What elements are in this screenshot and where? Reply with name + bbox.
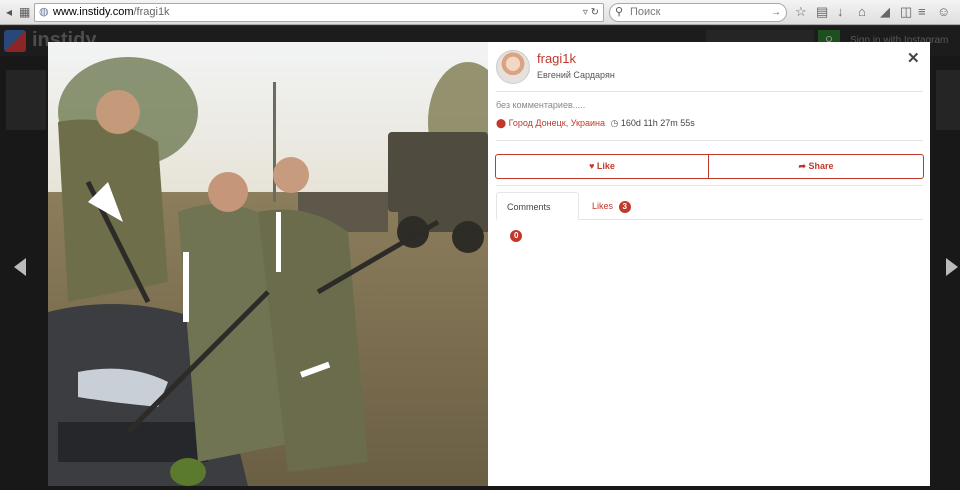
avatar[interactable] (496, 50, 530, 84)
address-bar[interactable]: ◍ www.instidy.com/fragi1k ▿ ↻ (34, 3, 604, 22)
post-photo (48, 42, 488, 486)
download-icon[interactable]: ↓ (837, 4, 844, 20)
share-icon: ➦ (798, 161, 806, 171)
tab-likes-label: Likes (592, 201, 614, 211)
search-placeholder: Поиск (630, 6, 661, 18)
globe-icon: ◍ (39, 6, 49, 18)
map-marker-icon: ⬤ (496, 118, 507, 128)
tab-comments-label: Comments (507, 202, 551, 212)
menu-icon[interactable]: ≡ (918, 4, 926, 20)
tab-likes[interactable]: Likes 3 (582, 192, 641, 220)
pocket-icon[interactable]: ◫ (900, 4, 912, 20)
browser-toolbar: ◂ ▦ ◍ www.instidy.com/fragi1k ▿ ↻ ⚲ Поис… (0, 0, 960, 25)
post-info-panel: fragi1k Евгений Сардарян ✕ без комментар… (488, 42, 930, 486)
username-link[interactable]: fragi1k (537, 51, 576, 66)
search-icon: ⚲ (615, 6, 624, 18)
divider (496, 91, 923, 92)
post-photo-image (48, 42, 488, 486)
post-tabs: Comments 0 Likes 3 (496, 192, 923, 242)
post-modal: fragi1k Евгений Сардарян ✕ без комментар… (48, 42, 930, 486)
arrow-left-icon[interactable] (14, 258, 26, 276)
post-meta: ⬤ Город Донецк, Украина ◷ 160d 11h 27m 5… (496, 118, 695, 129)
like-button[interactable]: ♥ Like (496, 155, 709, 178)
divider (496, 185, 923, 186)
arrow-right-icon[interactable] (946, 258, 958, 276)
star-icon[interactable]: ☆ (795, 4, 807, 20)
reload-icon[interactable]: ▿ ↻ (583, 4, 599, 21)
divider (496, 140, 923, 141)
browser-search-input[interactable]: ⚲ Поиск → (609, 3, 787, 22)
post-caption: без комментариев..... (496, 100, 586, 110)
full-name: Евгений Сардарян (537, 70, 615, 80)
tab-icon[interactable]: ▦ (19, 4, 30, 20)
back-icon[interactable]: ◂ (6, 4, 12, 20)
location-link[interactable]: Город Донецк, Украина (509, 118, 605, 128)
bookmark-icon[interactable]: ▤ (816, 4, 828, 20)
like-label: Like (596, 161, 615, 171)
clock-icon: ◷ (610, 118, 619, 128)
close-icon[interactable]: ✕ (907, 49, 920, 67)
search-go-icon[interactable]: → (771, 4, 781, 21)
url-domain: www.instidy.com (53, 6, 134, 18)
heart-icon: ♥ (589, 161, 595, 171)
action-buttons: ♥ Like ➦ Share (495, 154, 924, 179)
post-time: 160d 11h 27m 55s (620, 118, 695, 128)
likes-count-badge: 3 (618, 201, 631, 213)
share-label: Share (808, 161, 834, 171)
share-button[interactable]: ➦ Share (709, 155, 923, 178)
chat-icon[interactable]: ☺ (937, 4, 950, 20)
tab-comments[interactable]: Comments 0 (496, 192, 579, 242)
home-icon[interactable]: ⌂ (858, 4, 866, 20)
url-path: /fragi1k (133, 6, 170, 18)
comments-count-badge: 0 (510, 230, 523, 242)
send-icon[interactable]: ◢ (880, 4, 890, 20)
